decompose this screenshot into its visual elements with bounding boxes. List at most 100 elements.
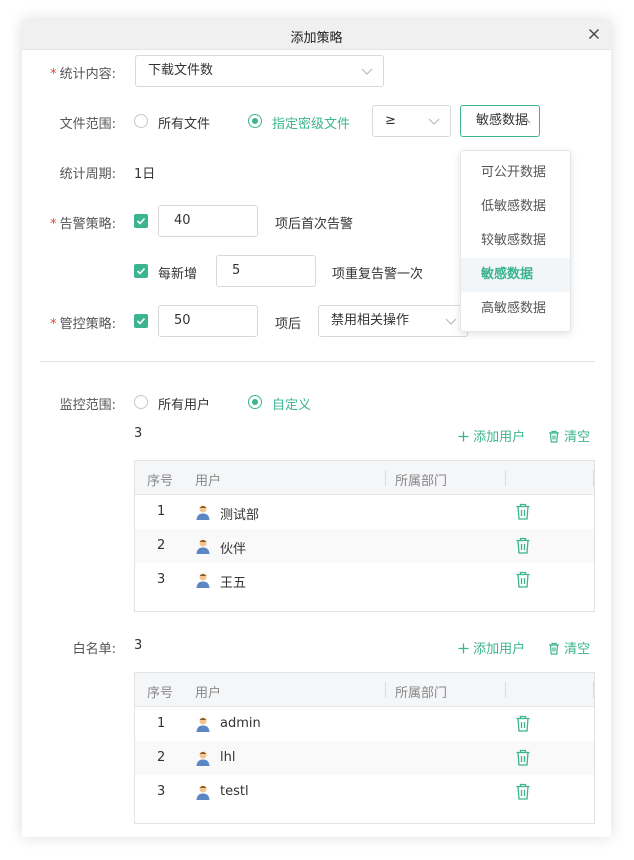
control-action-select[interactable]: 禁用相关操作	[318, 305, 468, 337]
table-header: 序号 用户 所属部门	[135, 673, 594, 707]
monitor-all-radio[interactable]	[134, 395, 148, 409]
column-header-index: 序号	[147, 474, 174, 489]
control-input[interactable]: 50	[158, 305, 258, 337]
trash-icon[interactable]	[515, 571, 531, 588]
level-dropdown: 可公开数据 低敏感数据 较敏感数据 敏感数据 高敏感数据	[460, 150, 571, 332]
file-scope-label: 文件范围:	[59, 117, 116, 132]
whitelist-count: 3	[134, 638, 143, 653]
monitor-user-table: 序号 用户 所属部门 1 测试部 2 伙伴 3 王五	[134, 460, 595, 612]
column-separator	[593, 682, 594, 698]
operator-value: ≥	[385, 113, 396, 128]
period-label: 统计周期:	[59, 167, 116, 182]
file-scope-level-radio[interactable]	[248, 114, 262, 128]
alert-repeat-input[interactable]: 5	[216, 255, 316, 287]
file-scope-all-radio[interactable]	[134, 114, 148, 128]
control-suffix: 项后	[275, 317, 302, 332]
table-row: 2 伙伴	[135, 529, 594, 563]
file-scope-level-text: 指定密级文件	[272, 117, 351, 132]
column-header-dept: 所属部门	[395, 474, 448, 489]
alert-first-suffix: 项后首次告警	[275, 217, 354, 232]
control-label: * 管控策略:	[16, 313, 116, 332]
column-separator	[505, 470, 506, 486]
alert-first-input[interactable]: 40	[158, 205, 258, 237]
table-row: 1 测试部	[135, 495, 594, 529]
stat-content-value: 下载文件数	[148, 63, 214, 78]
trash-icon	[549, 642, 559, 655]
whitelist-user-table: 序号 用户 所属部门 1 admin 2 lhl 3 testl	[134, 672, 595, 824]
row-index: 2	[157, 750, 166, 765]
whitelist-add-user-button[interactable]: 添加用户	[458, 638, 525, 657]
add-policy-dialog: 添加策略 * 统计内容: 下载文件数 文件范围: 所有文件 指定密级文件 ≥ 敏感…	[22, 20, 611, 837]
check-icon	[136, 217, 146, 225]
stat-content-label: * 统计内容:	[16, 63, 116, 82]
column-header-user: 用户	[195, 686, 222, 701]
control-checkbox[interactable]	[134, 314, 148, 328]
check-icon	[136, 317, 146, 325]
plus-icon	[458, 431, 469, 442]
control-value: 50	[174, 313, 191, 328]
row-index: 3	[157, 784, 166, 799]
row-index: 2	[157, 538, 166, 553]
chevron-down-icon	[428, 118, 440, 125]
trash-icon[interactable]	[515, 749, 531, 766]
table-row: 2 lhl	[135, 741, 594, 775]
dropdown-option-high[interactable]: 高敏感数据	[461, 292, 570, 326]
column-header-index: 序号	[147, 686, 174, 701]
row-user: 测试部	[220, 508, 260, 523]
user-icon	[196, 717, 210, 732]
dropdown-option-moderate[interactable]: 较敏感数据	[461, 224, 570, 258]
row-user: 王五	[220, 576, 247, 591]
section-divider	[40, 361, 595, 362]
trash-icon[interactable]	[515, 503, 531, 520]
level-select[interactable]: 敏感数据	[460, 105, 540, 137]
stat-content-label-text: 统计内容:	[59, 67, 116, 82]
monitor-add-user-button[interactable]: 添加用户	[458, 426, 525, 445]
trash-icon[interactable]	[515, 715, 531, 732]
monitor-clear-button[interactable]: 清空	[548, 426, 590, 445]
row-index: 1	[157, 716, 166, 731]
column-separator	[385, 682, 386, 698]
trash-icon[interactable]	[515, 537, 531, 554]
column-header-user: 用户	[195, 474, 222, 489]
column-separator	[385, 470, 386, 486]
alert-repeat-value: 5	[232, 263, 241, 278]
stat-content-select[interactable]: 下载文件数	[135, 55, 384, 87]
table-row: 1 admin	[135, 707, 594, 741]
dialog-titlebar: 添加策略	[22, 20, 611, 50]
table-row: 3 testl	[135, 775, 594, 809]
row-user: lhl	[220, 750, 236, 765]
dropdown-option-sensitive[interactable]: 敏感数据	[461, 258, 570, 292]
trash-icon[interactable]	[515, 783, 531, 800]
required-mark: *	[50, 67, 57, 82]
alert-label: * 告警策略:	[16, 213, 116, 232]
column-header-dept: 所属部门	[395, 686, 448, 701]
column-separator	[505, 682, 506, 698]
close-icon[interactable]	[585, 25, 603, 43]
whitelist-add-user-label: 添加用户	[473, 642, 526, 657]
operator-select[interactable]: ≥	[372, 105, 451, 137]
monitor-add-user-label: 添加用户	[473, 430, 526, 445]
alert-first-checkbox[interactable]	[134, 214, 148, 228]
monitor-custom-radio[interactable]	[248, 395, 262, 409]
whitelist-label: 白名单:	[72, 642, 116, 657]
required-mark: *	[50, 217, 57, 232]
required-mark: *	[50, 317, 57, 332]
alert-repeat-suffix: 项重复告警一次	[332, 267, 424, 282]
row-user: admin	[220, 716, 261, 731]
control-label-text: 管控策略:	[59, 317, 116, 332]
user-icon	[196, 785, 210, 800]
monitor-label: 监控范围:	[59, 398, 116, 413]
monitor-custom-text: 自定义	[272, 398, 312, 413]
user-icon	[196, 539, 210, 554]
user-icon	[196, 505, 210, 520]
whitelist-clear-label: 清空	[564, 642, 591, 657]
whitelist-clear-button[interactable]: 清空	[548, 638, 590, 657]
dropdown-option-public[interactable]: 可公开数据	[461, 156, 570, 190]
row-user: testl	[220, 784, 249, 799]
monitor-clear-label: 清空	[564, 430, 591, 445]
monitor-all-text: 所有用户	[158, 398, 211, 413]
alert-repeat-checkbox[interactable]	[134, 264, 148, 278]
dropdown-option-low[interactable]: 低敏感数据	[461, 190, 570, 224]
table-header: 序号 用户 所属部门	[135, 461, 594, 495]
chevron-down-icon	[361, 68, 373, 75]
